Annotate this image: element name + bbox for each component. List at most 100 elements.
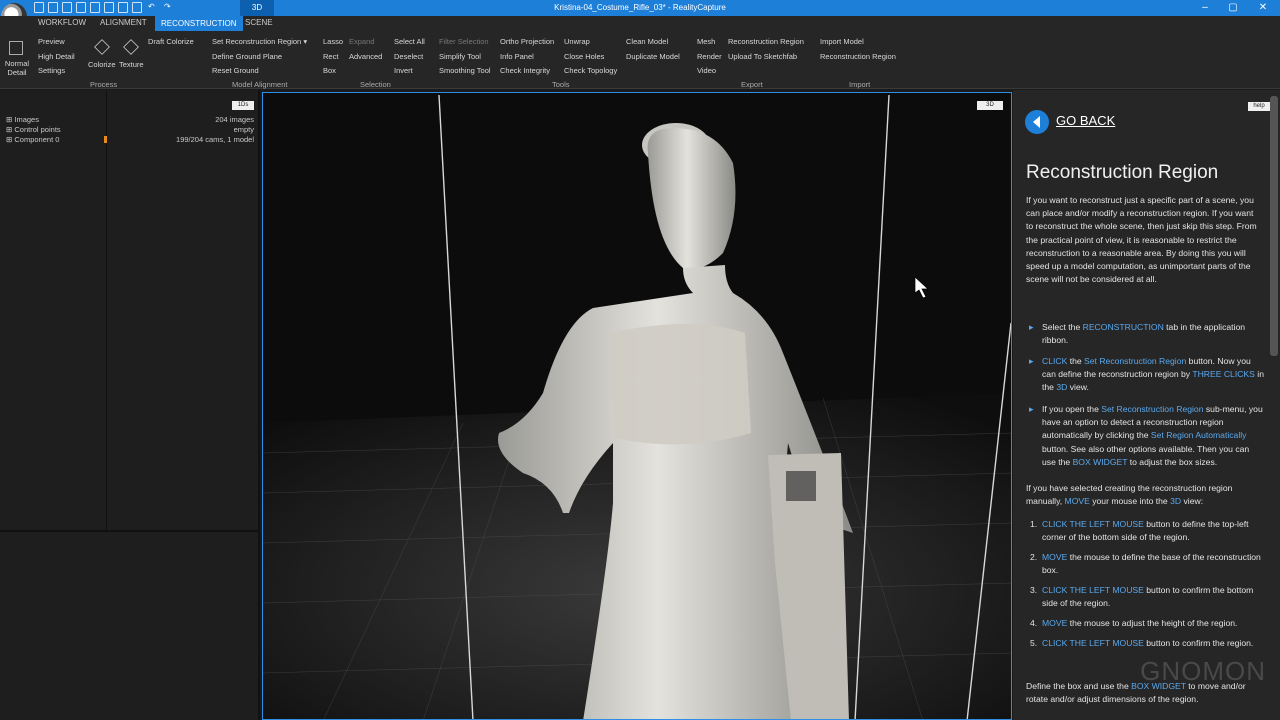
tree-item-control-points[interactable]: ⊞ Control points — [6, 125, 61, 134]
title-bar: Kristina-04_Costume_Rifle_03* - RealityC… — [0, 0, 1280, 16]
normal-detail-button[interactable]: Normal Detail — [4, 59, 30, 77]
settings-button[interactable]: Settings — [38, 66, 65, 75]
group-model-alignment-label: Model Alignment — [232, 80, 288, 89]
help-scrollbar[interactable] — [1270, 96, 1278, 356]
viewport-3d[interactable]: 3D — [262, 92, 1012, 720]
high-detail-button[interactable]: High Detail — [38, 52, 75, 61]
arrow-left-icon[interactable] — [1025, 110, 1049, 134]
layout-icon[interactable] — [76, 2, 86, 13]
step-number: 3. — [1030, 585, 1038, 595]
viewport-mode-badge[interactable]: 3D — [977, 101, 1003, 110]
define-ground-plane-button[interactable]: Define Ground Plane — [212, 52, 282, 61]
help-intro: If you want to reconstruct just a specif… — [1026, 195, 1257, 285]
lasso-button[interactable]: Lasso — [323, 37, 343, 46]
mesh-export-button[interactable]: Mesh — [697, 37, 715, 46]
bullet-icon: ▸ — [1029, 322, 1034, 332]
help-panel: help GO BACK Reconstruction Region If yo… — [1013, 90, 1280, 720]
clean-model-button[interactable]: Clean Model — [626, 37, 668, 46]
ribbon-tabs: WORKFLOW ALIGNMENT RECONSTRUCTION SCENE — [0, 16, 1280, 31]
select-all-button[interactable]: Select All — [394, 37, 425, 46]
bullet-icon: ▸ — [1029, 356, 1034, 366]
bullet-icon: ▸ — [1029, 404, 1034, 414]
advanced-button[interactable]: Advanced — [349, 52, 382, 61]
deselect-button[interactable]: Deselect — [394, 52, 423, 61]
texture-button[interactable]: Texture — [119, 60, 144, 69]
view-3d-tab[interactable]: 3D — [240, 0, 274, 16]
watermark-logo: GNOMON — [1140, 656, 1266, 686]
draft-colorize-button[interactable]: Draft Colorize — [148, 37, 194, 46]
reset-ground-button[interactable]: Reset Ground — [212, 66, 259, 75]
minimize-icon[interactable]: – — [1196, 1, 1214, 15]
tab-workflow[interactable]: WORKFLOW — [38, 18, 86, 27]
window-title: Kristina-04_Costume_Rifle_03* - RealityC… — [554, 3, 726, 12]
close-icon[interactable]: ✕ — [1254, 1, 1272, 15]
box-button[interactable]: Box — [323, 66, 336, 75]
layout-icon[interactable] — [132, 2, 142, 13]
step-select-tab: Select the RECONSTRUCTION tab in the app… — [1042, 322, 1246, 346]
tree-item-images[interactable]: ⊞ Images — [6, 115, 39, 124]
component-marker — [104, 136, 107, 143]
help-button[interactable]: help — [1248, 102, 1270, 111]
group-selection-label: Selection — [360, 80, 391, 89]
colorize-icon — [94, 39, 110, 55]
video-button[interactable]: Video — [697, 66, 716, 75]
calculate-model-icon — [9, 41, 23, 55]
layout-icon[interactable] — [104, 2, 114, 13]
manual-intro: If you have selected creating the recons… — [1026, 483, 1233, 507]
redo-icon[interactable]: ↷ — [164, 2, 174, 13]
invert-button[interactable]: Invert — [394, 66, 413, 75]
close-holes-button[interactable]: Close Holes — [564, 52, 604, 61]
new-project-icon[interactable] — [34, 2, 44, 13]
chevron-down-icon[interactable]: ▾ — [303, 37, 307, 46]
filter-selection-button[interactable]: Filter Selection — [439, 37, 489, 46]
smoothing-tool-button[interactable]: Smoothing Tool — [439, 66, 491, 75]
layout-icon[interactable] — [62, 2, 72, 13]
undo-icon[interactable]: ↶ — [148, 2, 158, 13]
tree-item-component-0[interactable]: ⊞ Component 0 — [6, 135, 59, 144]
group-export-label: Export — [741, 80, 763, 89]
preview-button[interactable]: Preview — [38, 37, 65, 46]
check-integrity-button[interactable]: Check Integrity — [500, 66, 550, 75]
expand-button[interactable]: Expand — [349, 37, 374, 46]
import-reconstruction-region-button[interactable]: Reconstruction Region — [820, 52, 896, 61]
maximize-icon[interactable]: ▢ — [1224, 1, 1242, 15]
manual-step: CLICK THE LEFT MOUSE button to confirm t… — [1042, 638, 1254, 648]
go-back-link[interactable]: GO BACK — [1056, 113, 1115, 128]
step-submenu: If you open the Set Reconstruction Regio… — [1042, 404, 1263, 467]
group-import-label: Import — [849, 80, 871, 89]
help-title: Reconstruction Region — [1026, 162, 1219, 183]
tab-scene[interactable]: SCENE — [245, 18, 273, 27]
layout-icon[interactable] — [48, 2, 58, 13]
tab-reconstruction[interactable]: RECONSTRUCTION — [155, 16, 243, 31]
column-divider[interactable] — [106, 90, 107, 532]
duplicate-model-button[interactable]: Duplicate Model — [626, 52, 680, 61]
step-number: 1. — [1030, 519, 1038, 529]
group-process-label: Process — [90, 80, 118, 89]
layout-icon[interactable] — [118, 2, 128, 13]
images-count: 204 images — [215, 115, 254, 124]
scene-canvas[interactable] — [263, 93, 1012, 720]
control-points-value: empty — [233, 125, 254, 134]
project-panel: 1Ds ⊞ Images 204 images ⊞ Control points… — [0, 90, 260, 720]
tab-alignment[interactable]: ALIGNMENT — [100, 18, 147, 27]
unwrap-button[interactable]: Unwrap — [564, 37, 590, 46]
colorize-button[interactable]: Colorize — [88, 60, 116, 69]
import-model-button[interactable]: Import Model — [820, 37, 864, 46]
manual-step: CLICK THE LEFT MOUSE button to define th… — [1042, 519, 1249, 543]
info-panel-button[interactable]: Info Panel — [500, 52, 534, 61]
manual-step: CLICK THE LEFT MOUSE button to confirm t… — [1042, 585, 1254, 609]
panel-layout-badge[interactable]: 1Ds — [232, 101, 254, 110]
project-tree: 1Ds ⊞ Images 204 images ⊞ Control points… — [0, 90, 260, 532]
layout-icon[interactable] — [90, 2, 100, 13]
set-reconstruction-region-button[interactable]: Set Reconstruction Region ▾ — [212, 37, 307, 46]
step-number: 4. — [1030, 618, 1038, 628]
rect-button[interactable]: Rect — [323, 52, 338, 61]
simplify-tool-button[interactable]: Simplify Tool — [439, 52, 481, 61]
render-button[interactable]: Render — [697, 52, 722, 61]
check-topology-button[interactable]: Check Topology — [564, 66, 617, 75]
upload-sketchfab-button[interactable]: Upload To Sketchfab — [728, 52, 797, 61]
step-number: 5. — [1030, 638, 1038, 648]
export-reconstruction-region-button[interactable]: Reconstruction Region — [728, 37, 804, 46]
component-0-value: 199/204 cams, 1 model — [176, 135, 254, 144]
ortho-projection-button[interactable]: Ortho Projection — [500, 37, 554, 46]
